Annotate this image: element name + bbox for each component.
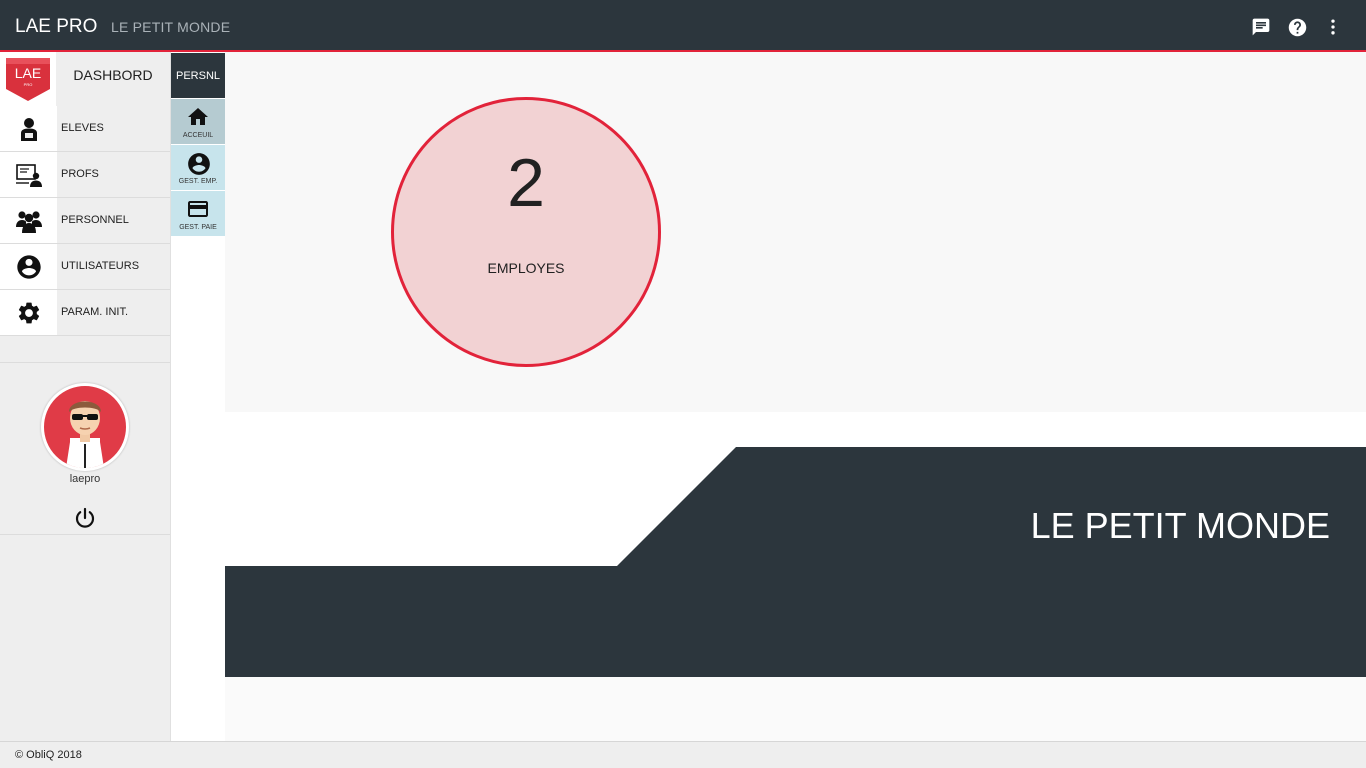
footer: © ObliQ 2018 — [0, 741, 1366, 768]
rail-item-label: GEST. EMP. — [178, 178, 218, 185]
app-subtitle: LE PETIT MONDE — [111, 19, 231, 35]
person-icon — [186, 151, 210, 175]
rail-item-label: ACCEUIL — [182, 132, 214, 139]
avatar[interactable] — [41, 383, 129, 471]
sidebar-item-profs[interactable]: PROFS — [0, 152, 170, 198]
sidebar-item-param-init[interactable]: PARAM. INIT. — [0, 290, 170, 336]
sidebar-divider — [0, 534, 170, 535]
gear-icon — [0, 290, 57, 335]
sidebar-item-label: PROFS — [61, 168, 99, 180]
content-bottom-area — [225, 677, 1366, 741]
section-rail: PERSNL ACCEUIL GEST. EMP. GEST. PAIE — [171, 52, 225, 713]
student-icon — [0, 106, 57, 151]
home-icon — [186, 105, 210, 129]
banner-title: LE PETIT MONDE — [1030, 505, 1330, 546]
top-app-bar: LAE PRO LE PETIT MONDE — [0, 0, 1366, 52]
more-vert-icon[interactable] — [1322, 16, 1344, 38]
logo[interactable]: LAE PRO — [0, 52, 56, 106]
svg-text:PRO: PRO — [24, 82, 33, 87]
sidebar-item-label: UTILISATEURS — [61, 260, 140, 272]
main-sidebar: LAE PRO DASHBORD ELEVES PROFS PERSONNEL … — [0, 52, 171, 742]
help-icon[interactable] — [1286, 16, 1308, 38]
employee-count-label: EMPLOYES — [487, 260, 565, 276]
rail-item-label: GEST. PAIE — [179, 224, 217, 231]
rail-item-gest-paie[interactable]: GEST. PAIE — [171, 191, 225, 236]
account-icon — [0, 244, 57, 289]
sidebar-item-label: PARAM. INIT. — [61, 306, 129, 318]
sidebar-divider — [0, 362, 170, 363]
group-icon — [0, 198, 57, 243]
sidebar-item-label: PERSONNEL — [61, 214, 129, 226]
username-label: laepro — [69, 473, 101, 485]
sidebar-item-personnel[interactable]: PERSONNEL — [0, 198, 170, 244]
rail-item-acceuil[interactable]: ACCEUIL — [171, 99, 225, 144]
sidebar-item-eleves[interactable]: ELEVES — [0, 106, 170, 152]
app-title: LAE PRO — [15, 16, 98, 37]
rail-header: PERSNL — [171, 53, 225, 98]
power-icon[interactable] — [73, 506, 97, 530]
sidebar-item-label: ELEVES — [61, 122, 104, 134]
credit-card-icon — [186, 197, 210, 221]
employee-count-card[interactable]: 2 EMPLOYES — [391, 97, 661, 367]
copyright-text: © ObliQ 2018 — [15, 749, 82, 761]
svg-text:LAE: LAE — [15, 65, 41, 81]
teacher-icon — [0, 152, 57, 197]
chat-icon[interactable] — [1250, 16, 1272, 38]
dashboard-link[interactable]: DASHBORD — [56, 52, 170, 98]
employee-count-value: 2 — [507, 145, 545, 221]
rail-item-gest-emp[interactable]: GEST. EMP. — [171, 145, 225, 190]
sidebar-item-utilisateurs[interactable]: UTILISATEURS — [0, 244, 170, 290]
